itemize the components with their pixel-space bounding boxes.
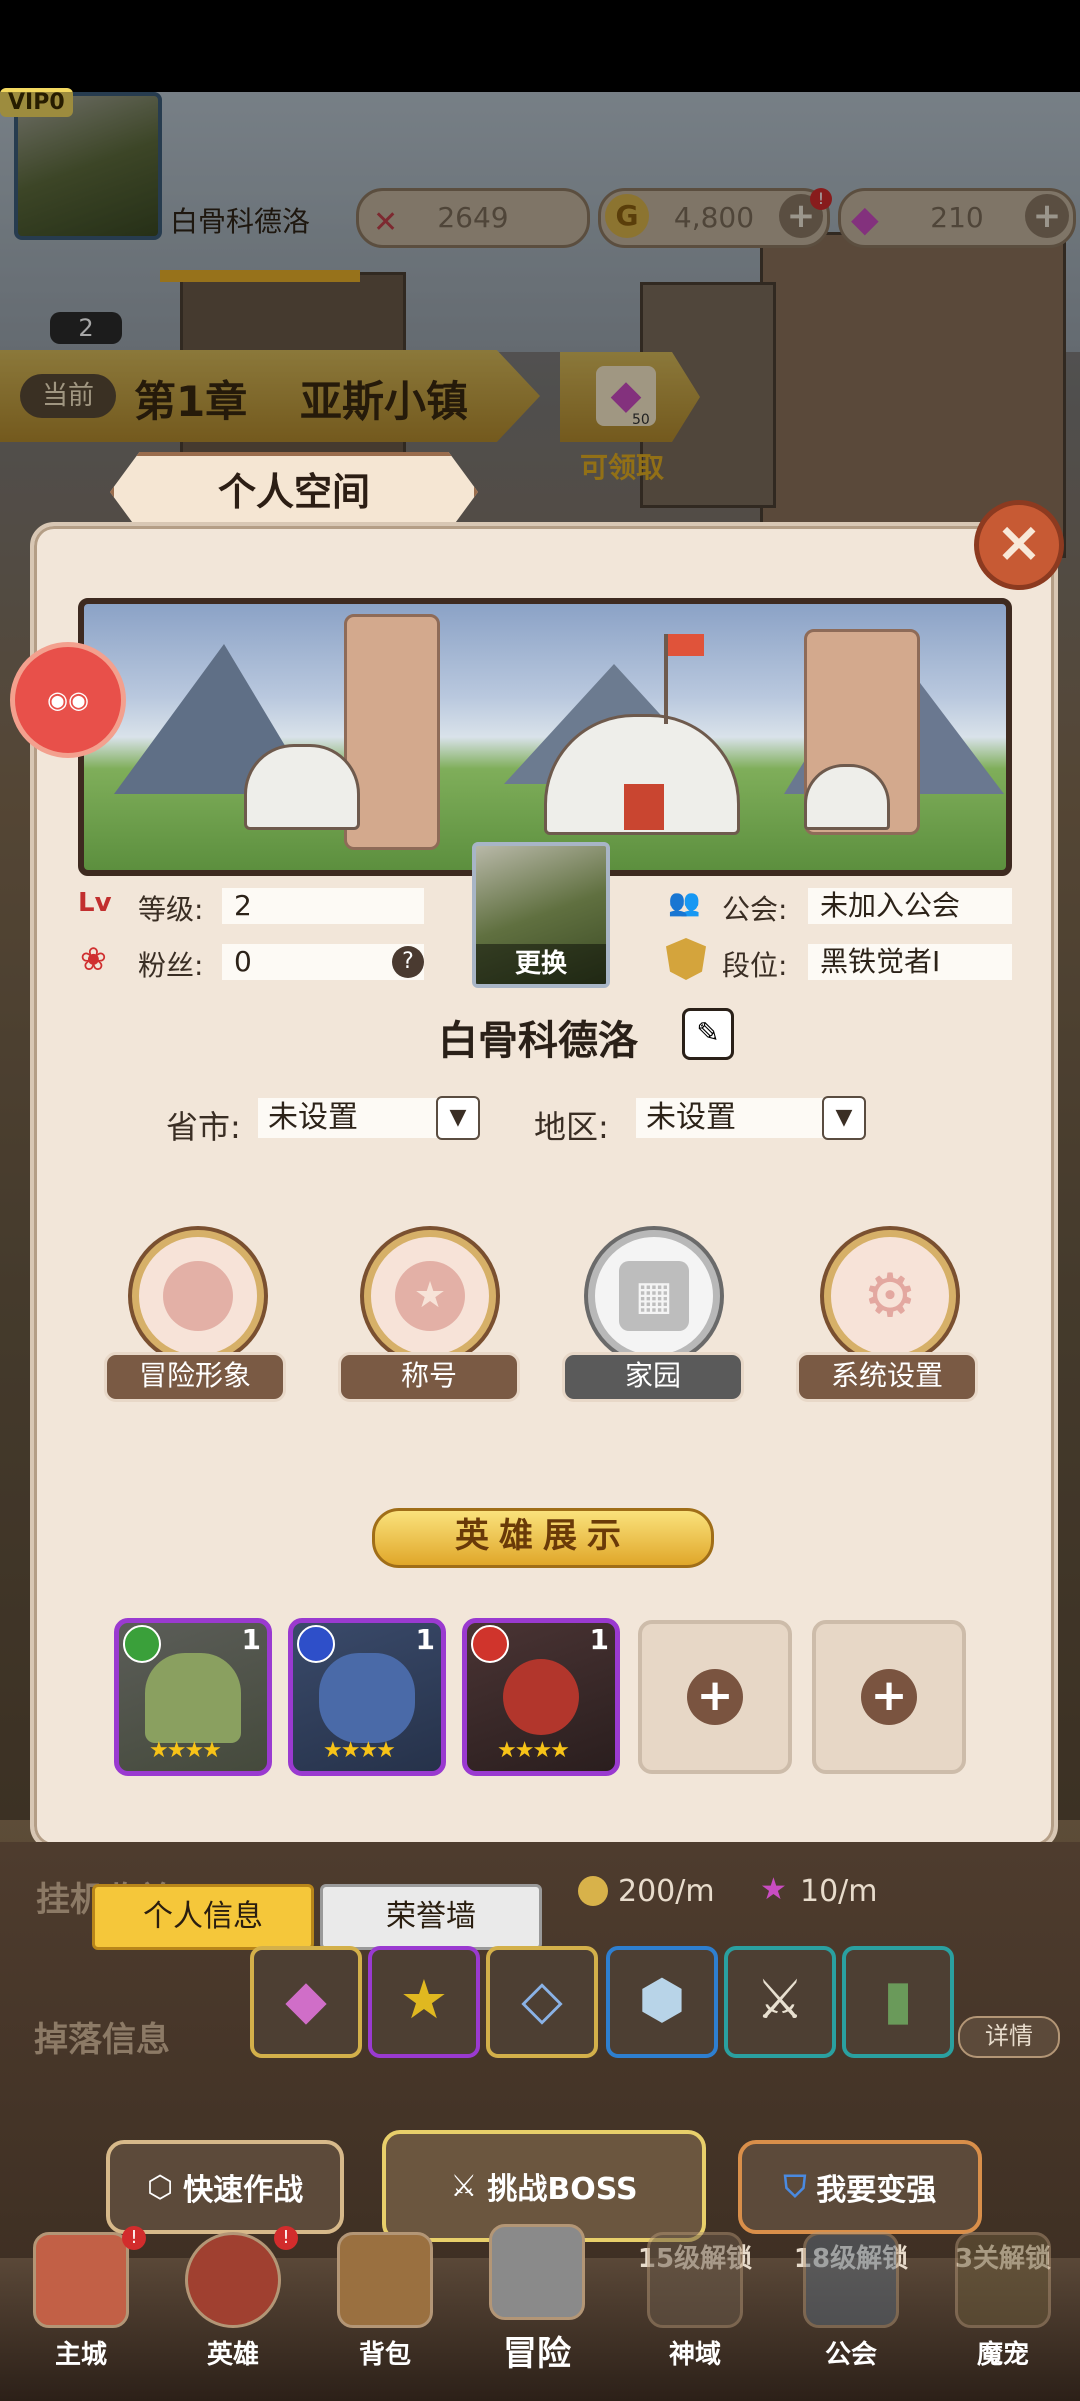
hero-display-header: 英雄展示 <box>372 1508 714 1568</box>
hero-slot-3[interactable]: 1 ★★★★ <box>462 1618 620 1776</box>
nav-pets[interactable]: 3关解锁魔宠 <box>928 2232 1078 2392</box>
title-label[interactable]: 称号 <box>338 1352 520 1402</box>
profile-name: 白骨科德洛 <box>438 1018 638 1064</box>
fans-help-button[interactable]: ? <box>392 946 424 978</box>
level-value: 2 <box>222 888 424 924</box>
province-select[interactable]: 未设置 <box>258 1098 440 1138</box>
star-icon: ★ <box>399 1968 449 2031</box>
nav-guild[interactable]: 18级解锁公会 <box>776 2232 926 2392</box>
rose-icon: ❀ <box>80 940 107 978</box>
tab-honor-wall[interactable]: 荣誉墙 <box>320 1884 542 1950</box>
locked-icon <box>803 2232 899 2328</box>
star-badge-icon: ★ <box>395 1261 465 1331</box>
hero-slot-2[interactable]: 1 ★★★★ <box>288 1618 446 1776</box>
gold-coin-icon <box>578 1876 608 1906</box>
alert-badge: ! <box>122 2226 146 2250</box>
adventure-image-label[interactable]: 冒险形象 <box>104 1352 286 1402</box>
region-select[interactable]: 未设置 <box>636 1098 826 1138</box>
quick-battle-button[interactable]: ⬡ 快速作战 <box>106 2140 344 2234</box>
loot-item-armor[interactable]: ⬢ <box>606 1946 718 2058</box>
guild-value: 未加入公会 <box>808 888 1012 924</box>
loot-item-gem[interactable]: ◆ <box>250 1946 362 2058</box>
get-stronger-button[interactable]: ⛉ 我要变强 <box>738 2140 982 2234</box>
hero-slot-1[interactable]: 1 ★★★★ <box>114 1618 272 1776</box>
status-bar <box>0 0 1080 92</box>
close-button[interactable]: × <box>974 500 1064 590</box>
profile-banner[interactable] <box>78 598 1012 876</box>
hero-slot-empty-5[interactable]: + <box>812 1620 966 1774</box>
chevron-down-icon[interactable]: ▼ <box>436 1096 480 1140</box>
settings-label[interactable]: 系统设置 <box>796 1352 978 1402</box>
locked-icon <box>955 2232 1051 2328</box>
loot-details-button[interactable]: 详情 <box>958 2016 1060 2058</box>
panel-title: 个人空间 <box>110 452 478 532</box>
gem-icon: ◆ <box>285 1968 327 2031</box>
crossed-swords-icon <box>489 2224 585 2320</box>
plus-icon: + <box>861 1669 917 1725</box>
province-label: 省市: <box>166 1108 241 1146</box>
settings-button[interactable]: ⚙ <box>824 1230 956 1362</box>
gold-rate: 200/m <box>618 1874 715 1909</box>
crystal-icon: ◇ <box>521 1968 563 2031</box>
pants-icon: ▮ <box>883 1968 913 2031</box>
gamepad-icon[interactable]: ◉◉ <box>10 642 126 758</box>
nav-divine-realm[interactable]: 15级解锁神域 <box>620 2232 770 2392</box>
element-icon <box>123 1625 161 1663</box>
locked-icon <box>647 2232 743 2328</box>
gear-icon: ⚙ <box>863 1261 917 1331</box>
guild-icon: 👥 <box>668 888 701 918</box>
nav-bag[interactable]: 背包 <box>310 2232 460 2392</box>
loot-item-crystal[interactable]: ◇ <box>486 1946 598 2058</box>
tab-personal-info[interactable]: 个人信息 <box>92 1884 314 1950</box>
hero-medal-icon <box>185 2232 281 2328</box>
alert-badge: ! <box>274 2226 298 2250</box>
change-avatar-button[interactable]: 更换 <box>476 944 606 984</box>
nav-adventure[interactable]: 冒险 <box>462 2224 612 2384</box>
edit-name-button[interactable]: ✎ <box>682 1008 734 1060</box>
profile-avatar[interactable]: 更换 <box>472 842 610 988</box>
loot-item-sword[interactable]: ⚔ <box>724 1946 836 2058</box>
region-label: 地区: <box>534 1108 609 1146</box>
sword-icon: ⚔ <box>755 1968 805 2031</box>
castle-icon <box>33 2232 129 2328</box>
nav-heroes[interactable]: 英雄 <box>158 2232 308 2392</box>
star-icon: ★ <box>760 1872 787 1907</box>
element-icon <box>297 1625 335 1663</box>
loot-item-pants[interactable]: ▮ <box>842 1946 954 2058</box>
lv-icon: Lv <box>78 888 112 918</box>
star-rate: 10/m <box>800 1874 878 1909</box>
hero-slot-empty-4[interactable]: + <box>638 1620 792 1774</box>
profile-tabs: 个人信息 荣誉墙 <box>92 1884 542 1950</box>
plus-icon: + <box>687 1669 743 1725</box>
shield-up-icon: ⛉ <box>783 2169 807 2205</box>
element-icon <box>471 1625 509 1663</box>
home-label[interactable]: 家园 <box>562 1352 744 1402</box>
chevron-down-icon[interactable]: ▼ <box>822 1096 866 1140</box>
home-button[interactable]: ▦ <box>588 1230 720 1362</box>
gift-icon: ▦ <box>619 1261 689 1331</box>
adventure-image-button[interactable] <box>132 1230 264 1362</box>
title-button[interactable]: ★ <box>364 1230 496 1362</box>
silhouette-icon <box>163 1261 233 1331</box>
rank-value: 黑铁觉者Ⅰ <box>808 944 1012 980</box>
loot-item-star[interactable]: ★ <box>368 1946 480 2058</box>
shield-icon: ⬡ <box>146 2169 174 2205</box>
swords-icon: ⚔ <box>450 2168 478 2204</box>
nav-main-city[interactable]: 主城 <box>6 2232 156 2392</box>
bag-icon <box>337 2232 433 2328</box>
loot-title: 掉落信息 <box>34 2020 170 2060</box>
armor-icon: ⬢ <box>638 1968 686 2031</box>
